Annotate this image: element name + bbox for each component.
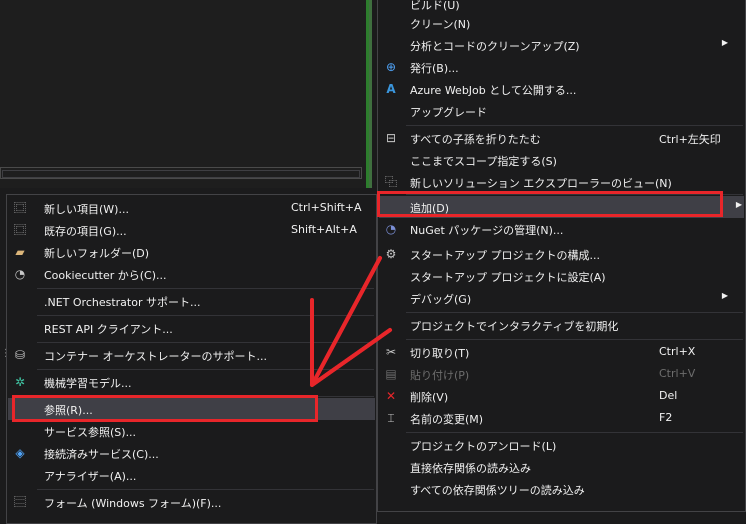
annotation-arrow [310, 256, 392, 387]
